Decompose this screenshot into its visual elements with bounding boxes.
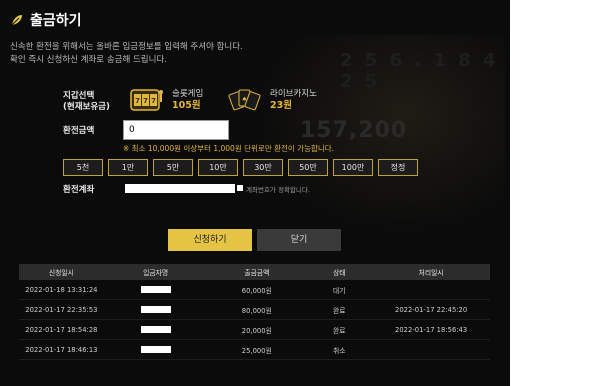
reset-button[interactable]: 정정 [378,159,418,176]
table-row: 2022-01-17 18:54:28 20,000원 완료 2022-01-1… [19,319,490,340]
live-amount: 23원 [270,99,292,111]
background-number: 157,200 [300,118,408,143]
amount-cell: 20,000원 [207,319,307,340]
wallet-label: 지갑선택 (현재보유금) [63,91,110,113]
status-cell: 대기 [306,280,373,300]
account-redacted [125,184,235,193]
chip-300k-button[interactable]: 30만 [243,159,283,176]
depositor-redacted [103,339,208,360]
processed-date: 2022-01-17 22:45:20 [372,299,490,320]
chip-1m-button[interactable]: 100만 [333,159,373,176]
svg-text:7: 7 [151,97,156,105]
svg-text:♠: ♠ [242,96,247,103]
svg-text:7: 7 [135,97,140,105]
status-cell: 취소 [306,339,373,360]
account-note: 계좌번호가 정확합니다. [246,186,310,194]
chip-5k-button[interactable]: 5천 [63,159,103,176]
depositor-redacted [103,319,208,340]
amount-input[interactable]: 0 [123,120,229,140]
amount-chip-row: 5천 1만 5만 10만 30만 50만 100만 정정 [63,159,423,176]
slot-amount: 105원 [172,99,201,111]
table-row: 2022-01-17 18:46:13 25,000원 취소 [19,339,490,360]
request-date: 2022-01-18 13:31:24 [19,280,104,300]
amount-label: 환전금액 [63,126,95,136]
table-row: 2022-01-18 13:31:24 60,000원 대기 [19,280,490,300]
amount-cell: 60,000원 [207,280,307,300]
col-processed-date: 처리일시 [372,264,490,280]
leaf-icon [11,15,22,26]
svg-text:7: 7 [143,97,148,105]
depositor-redacted [103,299,208,320]
wallet-label-line-2: (현재보유금) [63,102,110,112]
processed-date: 2022-01-17 18:56:43 [372,319,490,340]
intro-line-2: 확인 즉시 신청하신 계좌로 송금해 드립니다. [10,55,167,65]
col-status: 상태 [306,264,373,280]
slot-machine-icon: 7 7 7 [130,89,163,111]
col-request-date: 신청일시 [19,264,104,280]
title-row: 출금하기 [10,9,82,31]
status-cell: 완료 [306,299,373,320]
depositor-redacted [103,280,208,300]
account-confirm-checkbox[interactable] [237,185,243,191]
wallet-label-line-1: 지갑선택 [63,91,95,101]
status-cell: 완료 [306,319,373,340]
request-date: 2022-01-17 18:46:13 [19,339,104,360]
background-number-top: 2 5 6 . 1 8 4 2 5 [340,50,499,92]
amount-notice: ※ 최소 10,000원 이상부터 1,000원 단위로만 환전이 가능합니다. [123,144,335,153]
request-date: 2022-01-17 18:54:28 [19,319,104,340]
chip-50k-button[interactable]: 5만 [153,159,193,176]
apply-button[interactable]: 신청하기 [168,229,252,251]
col-amount: 출금금액 [207,264,307,280]
processed-date [372,339,490,360]
withdraw-modal: 2 5 6 . 1 8 4 2 5 157,200 출금하기 신속한 환전을 위… [0,0,510,386]
chip-100k-button[interactable]: 10만 [198,159,238,176]
wallet-slot-option[interactable]: 7 7 7 슬롯게임 105원 [130,87,203,113]
slot-name: 슬롯게임 [172,88,204,99]
chip-10k-button[interactable]: 1만 [108,159,148,176]
intro-line-1: 신속한 환전을 위해서는 올바른 입금정보를 입력해 주셔야 합니다. [10,42,243,52]
table-row: 2022-01-17 22:35:53 80,000원 완료 2022-01-1… [19,299,490,320]
history-table: 신청일시 입금자명 출금금액 상태 처리일시 2022-01-18 13:31:… [19,264,490,360]
account-label: 환전계좌 [63,185,95,195]
request-date: 2022-01-17 22:35:53 [19,299,104,320]
chip-500k-button[interactable]: 50만 [288,159,328,176]
col-depositor: 입금자명 [103,264,208,280]
processed-date [372,280,490,300]
playing-cards-icon: ♠ [228,89,261,111]
amount-cell: 80,000원 [207,299,307,320]
amount-cell: 25,000원 [207,339,307,360]
history-header-row: 신청일시 입금자명 출금금액 상태 처리일시 [19,264,490,280]
wallet-live-option[interactable]: ♠ 라이브카지노 23원 [228,87,317,113]
live-name: 라이브카지노 [270,88,317,99]
intro-text: 신속한 환전을 위해서는 올바른 입금정보를 입력해 주셔야 합니다. 확인 즉… [10,41,243,67]
close-button[interactable]: 닫기 [257,229,341,251]
page-title: 출금하기 [30,13,82,29]
